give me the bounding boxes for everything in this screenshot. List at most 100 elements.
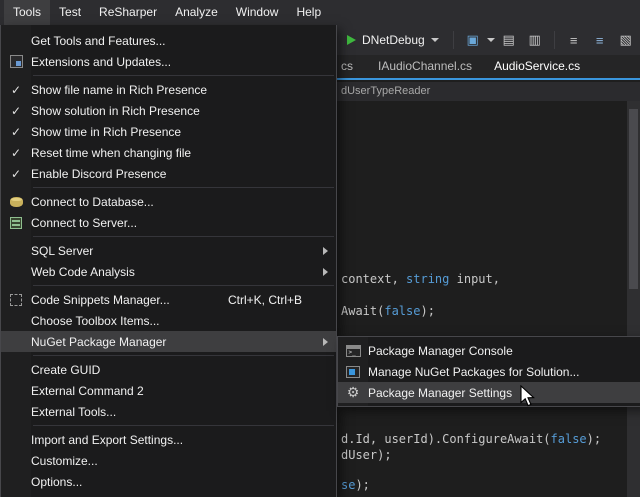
document-tab-audioservice[interactable]: AudioService.cs bbox=[483, 55, 591, 78]
database-icon bbox=[1, 197, 31, 207]
chevron-down-icon[interactable] bbox=[487, 38, 495, 42]
code-line: context, string input, bbox=[341, 272, 500, 286]
submenu-arrow-icon bbox=[314, 268, 336, 276]
nuget-package-manager-submenu: Package Manager Console Manage NuGet Pac… bbox=[337, 336, 640, 407]
submenu-item-manage-nuget-packages-for-solution[interactable]: Manage NuGet Packages for Solution... bbox=[338, 361, 640, 382]
submenu-arrow-icon bbox=[314, 247, 336, 255]
menu-bar: Tools Test ReSharper Analyze Window Help bbox=[0, 0, 640, 25]
menu-item-reset-time-when-changing-file[interactable]: Reset time when changing file bbox=[1, 142, 336, 163]
nuget-icon bbox=[338, 366, 368, 378]
menu-separator bbox=[33, 236, 334, 237]
menu-item-label: Customize... bbox=[31, 454, 314, 468]
menu-separator bbox=[33, 187, 334, 188]
debug-target-label: DNetDebug bbox=[362, 33, 425, 47]
submenu-item-package-manager-settings[interactable]: Package Manager Settings bbox=[338, 382, 640, 403]
toolbar-separator bbox=[554, 31, 555, 49]
document-tab-iaudiochannel[interactable]: IAudioChannel.cs bbox=[367, 55, 483, 78]
menu-item-web-code-analysis[interactable]: Web Code Analysis bbox=[1, 261, 336, 282]
menu-item-label: Choose Toolbox Items... bbox=[31, 314, 314, 328]
menubar-item-tools[interactable]: Tools bbox=[4, 0, 50, 25]
check-icon bbox=[1, 146, 31, 160]
submenu-item-package-manager-console[interactable]: Package Manager Console bbox=[338, 340, 640, 361]
menu-item-label: Import and Export Settings... bbox=[31, 433, 314, 447]
menu-item-label: Package Manager Settings bbox=[368, 386, 622, 400]
editor-scrollbar[interactable] bbox=[627, 101, 640, 497]
increase-indent-icon[interactable] bbox=[588, 28, 612, 52]
menu-item-shortcut: Ctrl+K, Ctrl+B bbox=[228, 293, 314, 307]
menu-item-enable-discord-presence[interactable]: Enable Discord Presence bbox=[1, 163, 336, 184]
check-icon bbox=[1, 104, 31, 118]
gear-icon bbox=[338, 385, 368, 400]
menu-item-customize[interactable]: Customize... bbox=[1, 450, 336, 471]
toolbar-separator bbox=[453, 31, 454, 49]
menu-item-label: Options... bbox=[31, 475, 314, 489]
menu-item-external-tools[interactable]: External Tools... bbox=[1, 401, 336, 422]
menu-item-label: Extensions and Updates... bbox=[31, 55, 314, 69]
menu-separator bbox=[33, 75, 334, 76]
menu-item-import-and-export-settings[interactable]: Import and Export Settings... bbox=[1, 429, 336, 450]
menubar-item-test[interactable]: Test bbox=[50, 0, 90, 25]
menu-item-connect-to-server[interactable]: Connect to Server... bbox=[1, 212, 336, 233]
extensions-icon bbox=[1, 55, 31, 68]
start-debug-icon bbox=[347, 35, 356, 45]
start-debugging-button[interactable]: DNetDebug bbox=[340, 30, 446, 50]
check-icon bbox=[1, 125, 31, 139]
menu-item-label: SQL Server bbox=[31, 244, 314, 258]
decrease-indent-icon[interactable] bbox=[562, 28, 586, 52]
menu-item-show-file-name-rich-presence[interactable]: Show file name in Rich Presence bbox=[1, 79, 336, 100]
menu-item-external-command-2[interactable]: External Command 2 bbox=[1, 380, 336, 401]
attach-to-process-icon[interactable] bbox=[461, 28, 485, 52]
menu-separator bbox=[33, 425, 334, 426]
submenu-arrow-icon bbox=[314, 338, 336, 346]
menu-item-nuget-package-manager[interactable]: NuGet Package Manager bbox=[1, 331, 336, 352]
check-icon bbox=[1, 83, 31, 97]
menu-item-label: NuGet Package Manager bbox=[31, 335, 314, 349]
menu-item-choose-toolbox-items[interactable]: Choose Toolbox Items... bbox=[1, 310, 336, 331]
menu-item-label: Show time in Rich Presence bbox=[31, 125, 314, 139]
document-tab[interactable]: cs bbox=[337, 55, 367, 78]
menu-item-get-tools-and-features[interactable]: Get Tools and Features... bbox=[1, 30, 336, 51]
menu-item-sql-server[interactable]: SQL Server bbox=[1, 240, 336, 261]
code-line: dUser); bbox=[341, 448, 392, 462]
menu-separator bbox=[33, 355, 334, 356]
window-layout-icon[interactable] bbox=[497, 28, 521, 52]
snippets-icon bbox=[1, 294, 31, 306]
menu-item-label: Show file name in Rich Presence bbox=[31, 83, 314, 97]
code-line: se); bbox=[341, 478, 370, 492]
console-icon bbox=[338, 345, 368, 357]
menu-item-label: Package Manager Console bbox=[368, 344, 622, 358]
menubar-item-analyze[interactable]: Analyze bbox=[166, 0, 227, 25]
menubar-item-help[interactable]: Help bbox=[287, 0, 330, 25]
menu-item-extensions-and-updates[interactable]: Extensions and Updates... bbox=[1, 51, 336, 72]
menu-item-label: External Command 2 bbox=[31, 384, 314, 398]
menu-item-label: Web Code Analysis bbox=[31, 265, 314, 279]
menubar-item-resharper[interactable]: ReSharper bbox=[90, 0, 166, 25]
split-window-icon[interactable] bbox=[523, 28, 547, 52]
check-icon bbox=[1, 167, 31, 181]
menubar-item-window[interactable]: Window bbox=[227, 0, 288, 25]
menu-item-show-solution-rich-presence[interactable]: Show solution in Rich Presence bbox=[1, 100, 336, 121]
menu-item-label: Reset time when changing file bbox=[31, 146, 314, 160]
menu-item-label: Get Tools and Features... bbox=[31, 34, 314, 48]
code-line: d.Id, userId).ConfigureAwait(false); bbox=[341, 432, 601, 446]
menu-item-label: Code Snippets Manager... bbox=[31, 293, 228, 307]
menu-item-show-time-rich-presence[interactable]: Show time in Rich Presence bbox=[1, 121, 336, 142]
menu-item-label: Create GUID bbox=[31, 363, 314, 377]
menu-item-label: Connect to Database... bbox=[31, 195, 314, 209]
menu-item-label: Show solution in Rich Presence bbox=[31, 104, 314, 118]
chevron-down-icon bbox=[431, 38, 439, 42]
scrollbar-thumb[interactable] bbox=[629, 109, 638, 289]
menu-separator bbox=[33, 285, 334, 286]
menu-item-connect-to-database[interactable]: Connect to Database... bbox=[1, 191, 336, 212]
menu-item-options[interactable]: Options... bbox=[1, 471, 336, 492]
menu-item-create-guid[interactable]: Create GUID bbox=[1, 359, 336, 380]
code-line: Await(false); bbox=[341, 304, 435, 318]
menu-item-label: External Tools... bbox=[31, 405, 314, 419]
menu-item-label: Connect to Server... bbox=[31, 216, 314, 230]
menu-item-code-snippets-manager[interactable]: Code Snippets Manager... Ctrl+K, Ctrl+B bbox=[1, 289, 336, 310]
menu-item-label: Manage NuGet Packages for Solution... bbox=[368, 365, 622, 379]
server-icon bbox=[1, 217, 31, 229]
menu-item-label: Enable Discord Presence bbox=[31, 167, 314, 181]
comment-icon[interactable] bbox=[614, 28, 638, 52]
tools-menu: Get Tools and Features... Extensions and… bbox=[0, 25, 337, 497]
